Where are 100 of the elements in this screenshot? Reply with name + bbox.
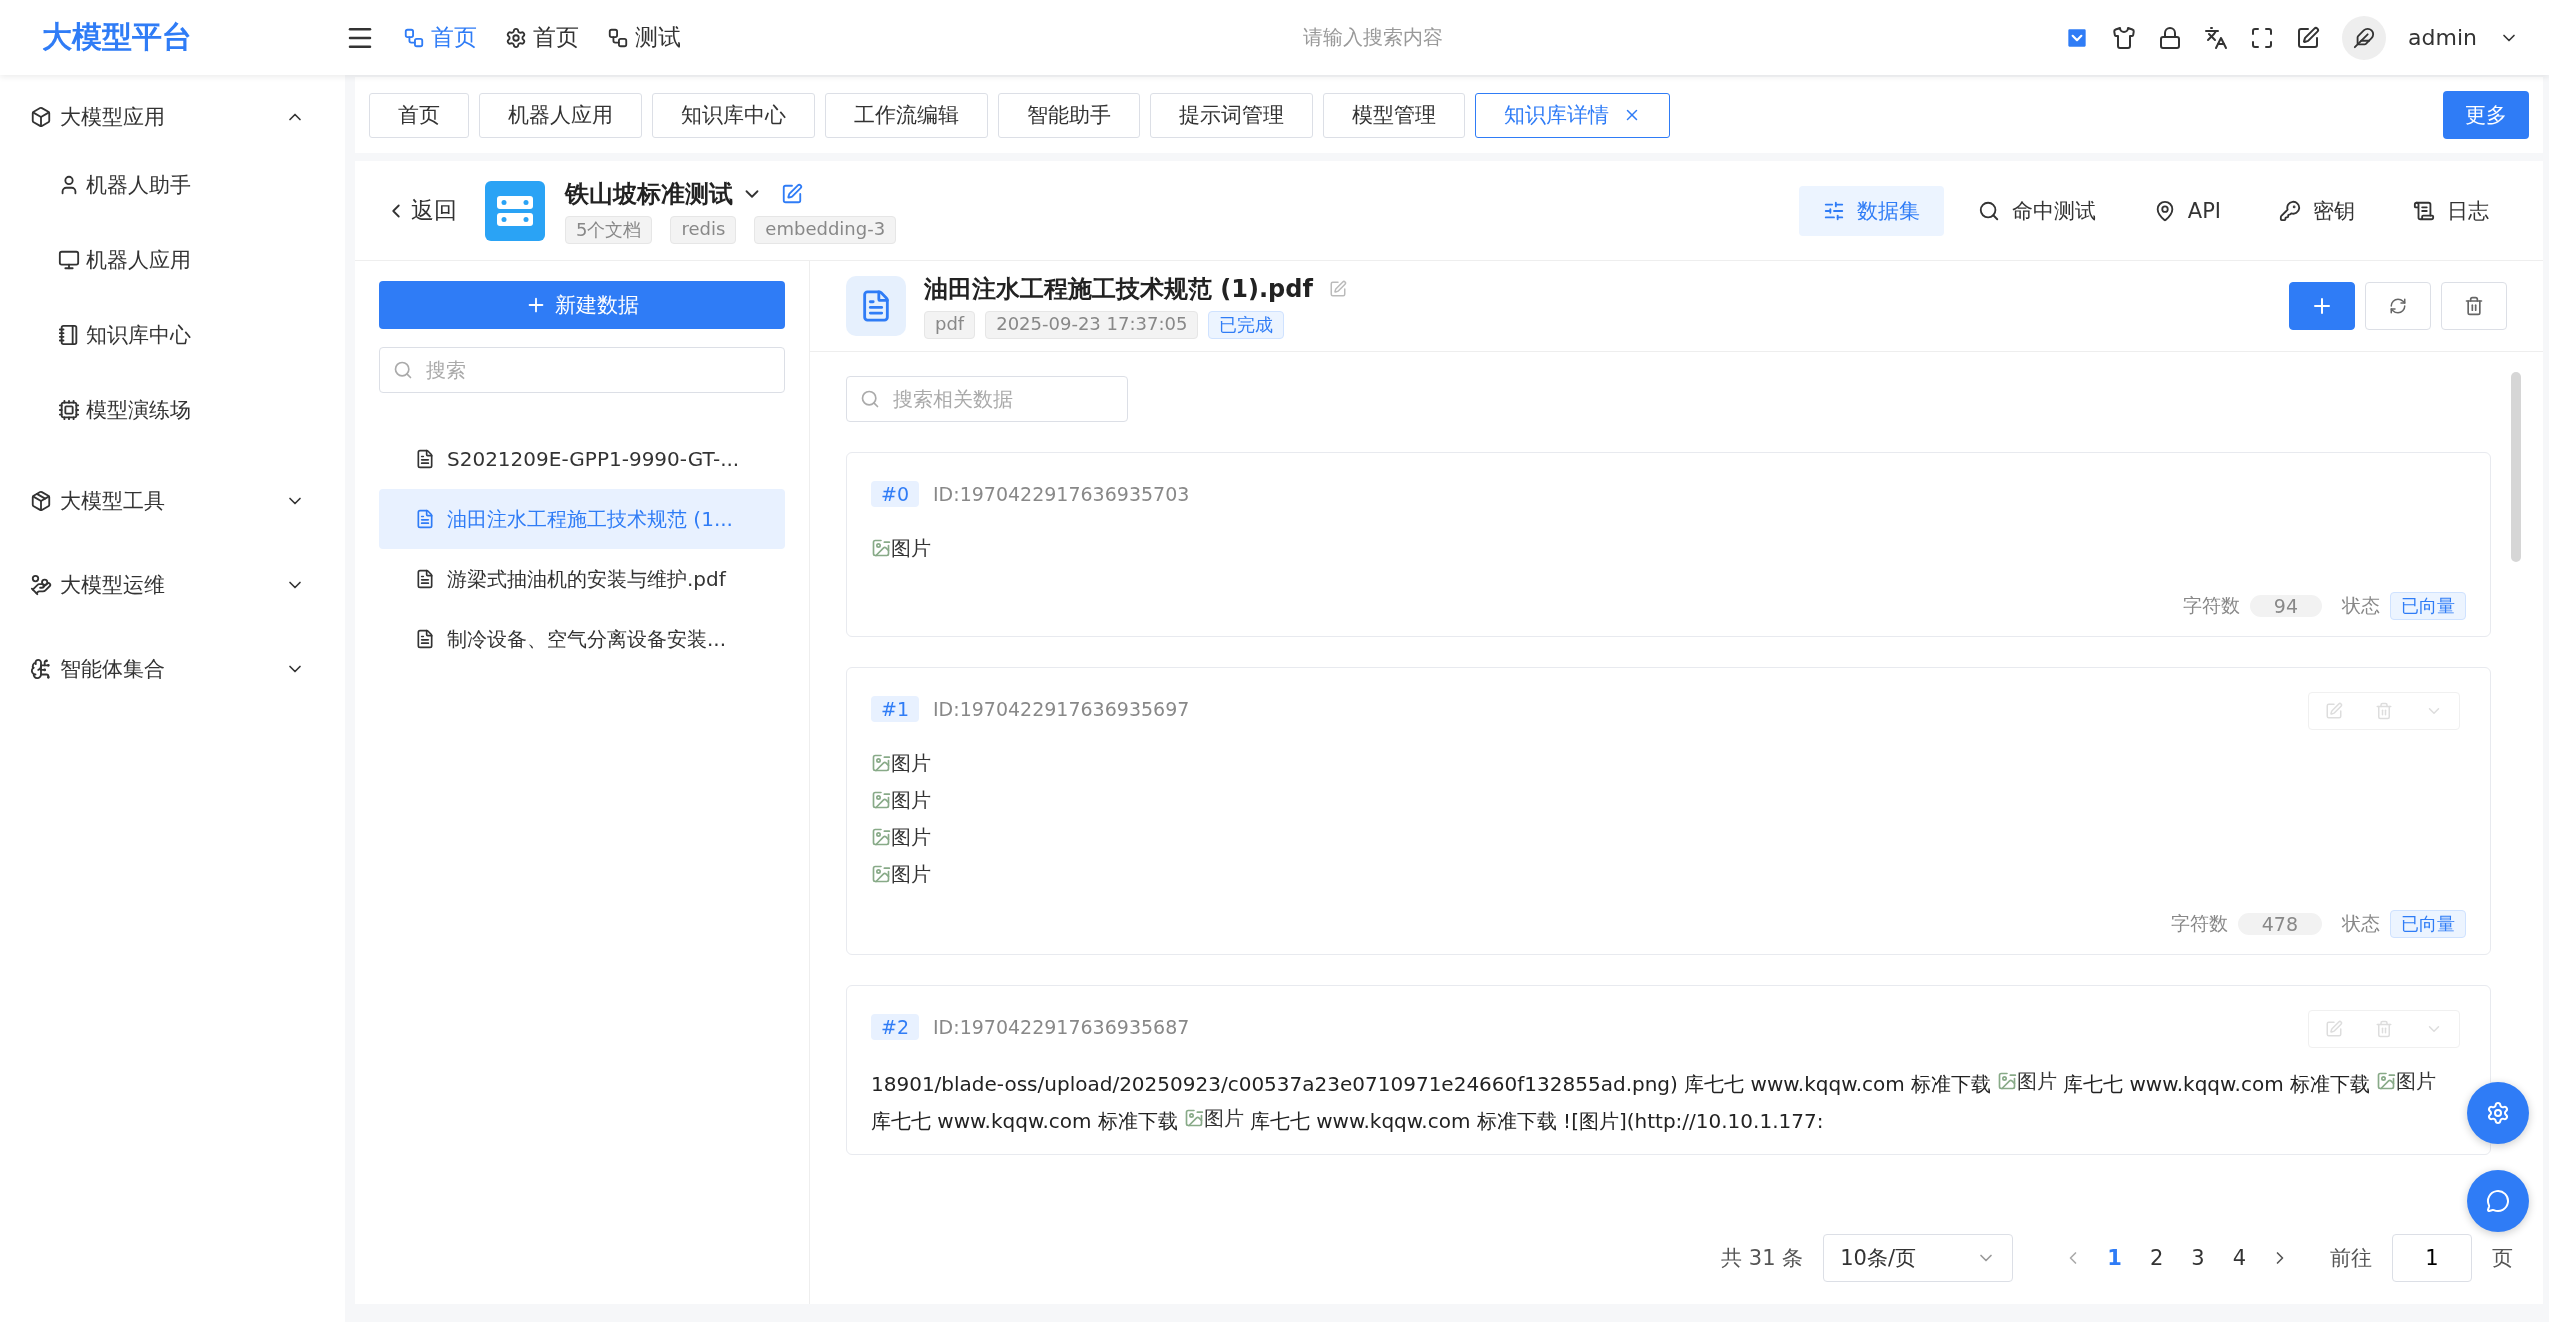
hand-icon [30,574,52,596]
page-tab[interactable]: 首页 [369,92,469,138]
chunk-text: 18901/blade-oss/upload/20250923/c00537a23e0710971e24660f132855ad.png) 库七七 www.kqqw.com 标准下载 [871,1072,1992,1096]
page-tab[interactable]: 模型管理 [1323,92,1465,138]
broken-image-icon [871,753,891,773]
fullscreen-icon[interactable] [2250,25,2275,50]
chunk-id: ID:1970422917636935697 [933,698,1190,720]
chunk-index: #2 [871,1014,919,1040]
page-tab[interactable]: 提示词管理 [1150,92,1313,138]
image-alt-text: 图片 [891,750,931,777]
image-alt-text: 图片 [891,861,931,886]
nav-link[interactable]: 测试 [607,22,681,53]
more-button[interactable]: 更多 [2443,91,2529,139]
char-count-label: 字符数 [2170,911,2228,936]
flow-icon [607,26,629,49]
page-number[interactable]: 1 [2103,1246,2126,1270]
broken-image-icon [871,538,891,558]
status-badge: 已向量 [2390,592,2466,620]
refresh-icon [2389,297,2407,315]
char-count: 94 [2249,595,2322,617]
page-input[interactable]: 1 [2392,1234,2472,1282]
shirt-icon[interactable] [2112,25,2137,50]
image-alt-text: 图片 [891,824,931,851]
flow-icon [403,26,425,49]
package-icon [30,490,52,512]
chip-icon [58,398,80,421]
user-name[interactable]: admin [2408,25,2477,50]
feather-icon [2353,26,2376,49]
nav-link[interactable]: 首页 [505,22,579,53]
sidebar-group[interactable]: 智能体集合 [0,639,345,699]
delete-button[interactable] [2441,282,2507,330]
search-icon [860,389,880,409]
image-alt-text: 图片 [2395,1068,2436,1095]
trash-icon [2375,702,2393,720]
edit-icon[interactable] [2296,25,2321,50]
settings-icon [505,26,527,49]
page-tab[interactable]: 工作流编辑 [825,92,988,138]
edit-icon [2325,1020,2343,1038]
database-icon [485,180,545,241]
sidebar-item[interactable]: 机器人应用 [0,222,345,297]
translate-icon[interactable] [2204,25,2229,50]
tag: 5个文档 [565,215,653,244]
sliders-icon [1822,199,1845,222]
sidebar-item[interactable]: 模型演练场 [0,372,345,447]
sidebar-item[interactable]: 知识库中心 [0,297,345,372]
nav-link[interactable]: 首页 [403,22,477,53]
view-tab[interactable]: 密钥 [2255,185,2379,236]
page-tab[interactable]: 机器人应用 [479,92,642,138]
lock-icon[interactable] [2158,25,2183,50]
image-alt-text: 图片 [1203,1105,1244,1132]
image-alt-text: 图片 [891,535,931,562]
image-alt-text: 图片 [2017,1068,2058,1095]
page-size-select[interactable]: 10条/页 [1823,1234,2014,1282]
page-number[interactable]: 2 [2145,1246,2168,1270]
refresh-button[interactable] [2365,282,2431,330]
page-tab[interactable]: 知识库详情 [1475,92,1670,138]
monitor-icon [58,248,80,271]
scrollbar[interactable] [2511,372,2521,562]
page-tab[interactable]: 知识库中心 [652,92,815,138]
document-item[interactable]: 制冷设备、空气分离设备安装... [379,609,785,669]
sidebar-group[interactable]: 大模型运维 [0,555,345,615]
sidebar-group[interactable]: 大模型工具 [0,471,345,531]
trash-icon [2464,296,2484,316]
broken-image-icon [1183,1108,1204,1128]
settings-icon [2486,1101,2510,1125]
page-tab[interactable]: 智能助手 [998,92,1140,138]
chunk-text: 库七七 www.kqqw.com 标准下载 ![图片](http://10.10.1.177: [1249,1109,1824,1133]
new-data-button[interactable]: 新建数据 [379,281,785,329]
view-tab[interactable]: 命中测试 [1953,185,2120,236]
add-button[interactable] [2289,282,2355,330]
document-item[interactable]: S2021209E-GPP1-9990-GT-... [379,429,785,489]
document-item[interactable]: 游梁式抽油机的安装与维护.pdf [379,549,785,609]
chunk-index: #1 [871,696,919,722]
page-number[interactable]: 4 [2228,1246,2250,1270]
broken-image-icon [871,827,891,847]
page-suffix: 页 [2492,1245,2513,1272]
view-tab[interactable]: API [2129,185,2245,236]
document-title: 油田注水工程施工技术规范 (1).pdf [924,274,1313,305]
image-alt-text: 图片 [891,787,931,814]
status-label: 状态 [2342,911,2380,936]
sidebar-group[interactable]: 大模型应用 [0,87,345,147]
status-label: 状态 [2342,593,2380,618]
sidebar-item[interactable]: 机器人助手 [0,147,345,222]
tag: embedding-3 [754,215,897,244]
chunk-text: 库七七 www.kqqw.com 标准下载 [871,1109,1178,1133]
search-icon [393,360,413,380]
chat-icon [2486,1189,2510,1213]
view-tab[interactable]: 日志 [2389,185,2513,236]
chunk-id: ID:1970422917636935687 [933,1016,1190,1038]
tag: redis [670,215,737,244]
brain-icon [30,658,52,680]
broken-image-icon [2375,1071,2396,1091]
edit-icon [2325,702,2343,720]
search-field[interactable]: 搜索相关数据 [846,376,1128,422]
view-tab[interactable]: 数据集 [1798,185,1944,236]
search-field[interactable]: 搜索 [379,347,785,393]
page-number[interactable]: 3 [2187,1246,2209,1270]
back-link[interactable]: 返回 [385,195,457,226]
tag: pdf [924,311,976,339]
status-badge: 已向量 [2390,910,2466,938]
